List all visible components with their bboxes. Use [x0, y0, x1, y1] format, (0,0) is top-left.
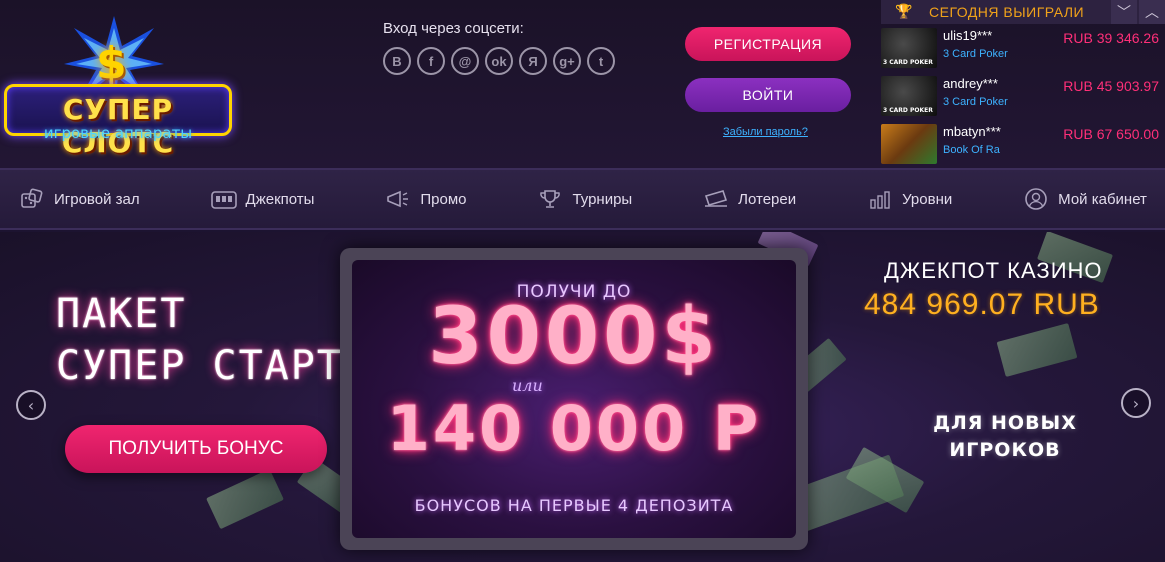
casino-home-page: $ СУПЕР СЛОТС игровые аппараты Вход чере…	[0, 0, 1165, 562]
mail-icon[interactable]: @	[451, 47, 479, 75]
odnoklassniki-icon[interactable]: ok	[485, 47, 513, 75]
nav-label: Лотереи	[738, 190, 797, 208]
facebook-icon[interactable]: f	[417, 47, 445, 75]
new-players-line1: ДЛЯ НОВЫХ	[933, 412, 1077, 434]
bonus-usd-amount: 3000$	[428, 292, 720, 382]
winner-username: mbatyn***	[943, 124, 1001, 139]
nav-label: Промо	[420, 190, 467, 208]
chevron-left-icon[interactable]: ‹	[16, 390, 46, 420]
get-bonus-button[interactable]: ПОЛУЧИТЬ БОНУС	[65, 425, 327, 473]
winners-title: СЕГОДНЯ ВЫИГРАЛИ	[929, 4, 1085, 20]
winner-game-link[interactable]: Book Of Ra	[943, 144, 1000, 156]
winner-username: andrey***	[943, 76, 998, 91]
logo[interactable]: $ СУПЕР СЛОТС игровые аппараты	[2, 8, 234, 159]
winners-panel: 🏆 СЕГОДНЯ ВЫИГРАЛИ ﹀ ︿ ulis19*** 3 Card …	[881, 0, 1165, 168]
new-players-text: ДЛЯ НОВЫХ ИГРОКОВ	[920, 410, 1090, 464]
winner-row[interactable]: ulis19*** 3 Card Poker RUB 39 346.26	[881, 26, 1165, 70]
nav-item-lotteries[interactable]: Лотереи	[702, 187, 796, 211]
promo-banner: ПАКЕТ СУПЕР СТАРТ ПОЛУЧИТЬ БОНУС ‹ › ПОЛ…	[0, 232, 1165, 562]
logo-dollar: $	[96, 38, 127, 89]
nav-label: Мой кабинет	[1058, 190, 1147, 208]
bonus-screen-inner: ПОЛУЧИ ДО 3000$ или 140 000 Р БОНУСОВ НА…	[352, 260, 796, 538]
slot-machine-icon	[210, 187, 238, 211]
nav-item-tournaments[interactable]: Турниры	[536, 187, 632, 211]
googleplus-icon[interactable]: g+	[553, 47, 581, 75]
dice-icon	[18, 187, 46, 211]
promo-title: ПАКЕТ СУПЕР СТАРТ	[56, 288, 343, 392]
bonus-rub-amount: 140 000 Р	[386, 392, 762, 465]
money-bill-decoration	[206, 468, 284, 530]
user-icon	[1022, 187, 1050, 211]
winner-row[interactable]: andrey*** 3 Card Poker RUB 45 903.97	[881, 74, 1165, 118]
yandex-icon[interactable]: Я	[519, 47, 547, 75]
forgot-password-link[interactable]: Забыли пароль?	[723, 126, 808, 138]
trophy-icon	[536, 187, 564, 211]
promo-title-line1: ПАКЕТ	[56, 291, 187, 337]
winner-amount: RUB 67 650.00	[1063, 126, 1159, 142]
main-nav: Игровой зал Джекпоты Промо Турниры Лотер…	[0, 168, 1165, 230]
trophy-icon: 🏆	[895, 4, 913, 20]
winner-amount: RUB 39 346.26	[1063, 30, 1159, 46]
chevron-right-icon[interactable]: ›	[1121, 388, 1151, 418]
jackpot-title: ДЖЕКПОТ КАЗИНО	[884, 258, 1103, 283]
twitter-icon[interactable]: t	[587, 47, 615, 75]
winner-amount: RUB 45 903.97	[1063, 78, 1159, 94]
nav-label: Джекпоты	[245, 190, 315, 208]
bonus-screen: ПОЛУЧИ ДО 3000$ или 140 000 Р БОНУСОВ НА…	[340, 248, 808, 550]
game-thumbnail[interactable]	[881, 76, 937, 116]
nav-label: Турниры	[572, 190, 633, 208]
jackpot-amount: 484 969.07 RUB	[864, 288, 1100, 321]
game-thumbnail[interactable]	[881, 28, 937, 68]
login-button[interactable]: ВОЙТИ	[685, 78, 851, 112]
ticket-icon	[702, 187, 730, 211]
logo-subtitle: игровые аппараты	[43, 124, 193, 142]
header: $ СУПЕР СЛОТС игровые аппараты Вход чере…	[0, 0, 1165, 168]
winner-game-link[interactable]: 3 Card Poker	[943, 96, 1008, 108]
social-title: Вход через соцсети:	[383, 20, 524, 37]
winner-row[interactable]: mbatyn*** Book Of Ra RUB 67 650.00	[881, 122, 1165, 166]
money-bill-decoration	[996, 323, 1078, 377]
register-button[interactable]: РЕГИСТРАЦИЯ	[685, 27, 851, 61]
new-players-line2: ИГРОКОВ	[949, 439, 1061, 461]
chevron-down-icon[interactable]: ﹀	[1111, 0, 1137, 24]
winner-username: ulis19***	[943, 28, 993, 43]
nav-item-jackpots[interactable]: Джекпоты	[210, 187, 315, 211]
levels-icon	[866, 187, 894, 211]
social-login: Вход через соцсети: В f @ ok Я g+ t	[383, 20, 615, 75]
vk-icon[interactable]: В	[383, 47, 411, 75]
social-icons: В f @ ok Я g+ t	[383, 47, 615, 75]
nav-item-my-account[interactable]: Мой кабинет	[1022, 187, 1147, 211]
nav-item-game-hall[interactable]: Игровой зал	[18, 187, 140, 211]
megaphone-icon	[384, 187, 412, 211]
nav-label: Уровни	[902, 190, 953, 208]
nav-label: Игровой зал	[54, 190, 140, 208]
chevron-up-icon[interactable]: ︿	[1139, 0, 1165, 24]
winners-header: 🏆 СЕГОДНЯ ВЫИГРАЛИ ﹀ ︿	[881, 0, 1165, 24]
winner-game-link[interactable]: 3 Card Poker	[943, 48, 1008, 60]
game-thumbnail[interactable]	[881, 124, 937, 164]
promo-title-line2: СУПЕР СТАРТ	[56, 343, 343, 389]
bonus-deposits-text: БОНУСОВ НА ПЕРВЫЕ 4 ДЕПОЗИТА	[414, 496, 734, 515]
nav-item-levels[interactable]: Уровни	[866, 187, 952, 211]
nav-item-promo[interactable]: Промо	[384, 187, 467, 211]
